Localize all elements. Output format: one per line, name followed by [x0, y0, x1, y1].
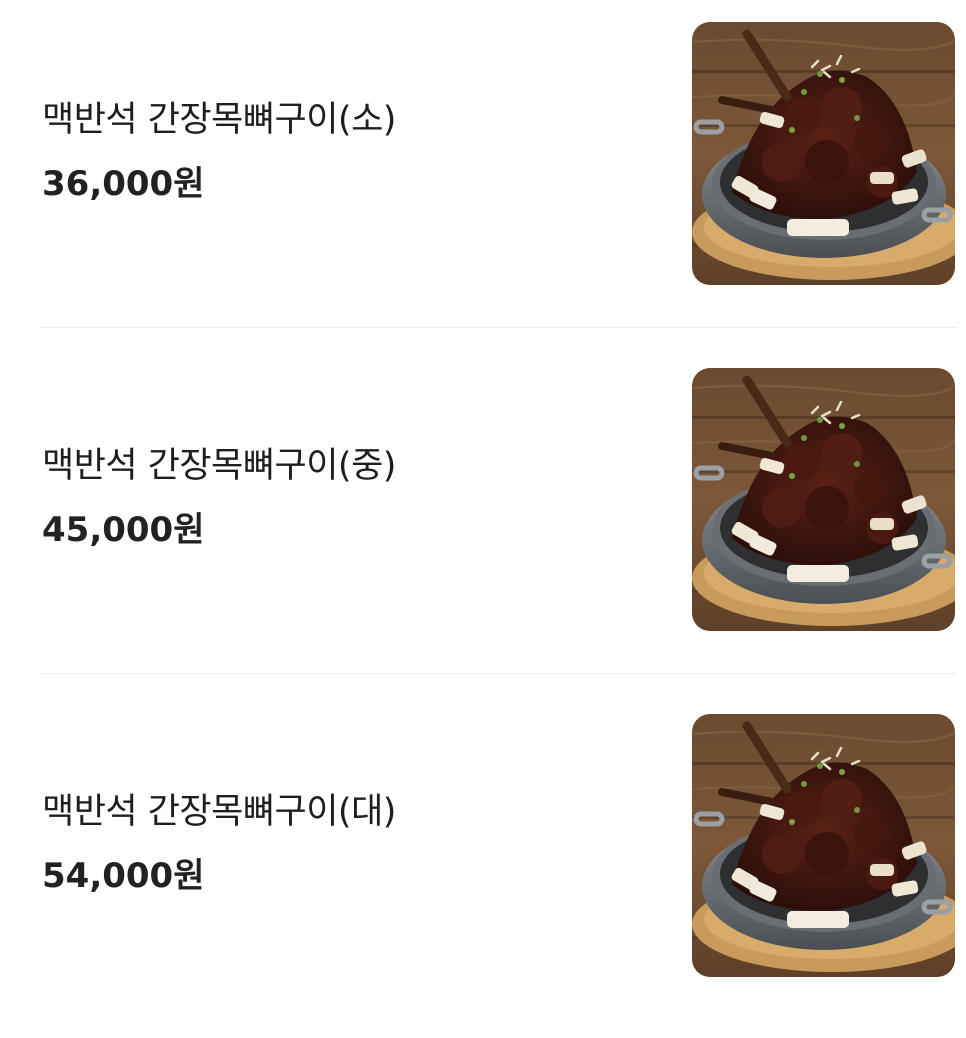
menu-item-name: 맥반석 간장목뼈구이(소) [42, 100, 396, 140]
food-photo-illustration [692, 22, 955, 285]
menu-item-info: 맥반석 간장목뼈구이(대) 54,000원 [42, 790, 396, 896]
menu-item-info: 맥반석 간장목뼈구이(중) 45,000원 [42, 444, 396, 550]
menu-item-name: 맥반석 간장목뼈구이(중) [42, 446, 396, 486]
divider [40, 673, 956, 674]
menu-item-info: 맥반석 간장목뼈구이(소) 36,000원 [42, 98, 396, 204]
menu-item-price: 45,000원 [42, 510, 205, 550]
menu-item-large[interactable]: 맥반석 간장목뼈구이(대) 54,000원 [0, 692, 966, 1038]
menu-item-name: 맥반석 간장목뼈구이(대) [42, 792, 396, 832]
menu-item-photo[interactable] [692, 368, 955, 631]
menu-item-photo[interactable] [692, 714, 955, 977]
food-photo-illustration [692, 714, 955, 977]
menu-list: 맥반석 간장목뼈구이(소) 36,000원 맥반석 간장목뼈구이(중) 45,0… [0, 0, 966, 1000]
food-photo-illustration [692, 368, 955, 631]
divider [40, 327, 956, 328]
menu-item-medium[interactable]: 맥반석 간장목뼈구이(중) 45,000원 [0, 346, 966, 692]
menu-item-photo[interactable] [692, 22, 955, 285]
menu-item-small[interactable]: 맥반석 간장목뼈구이(소) 36,000원 [0, 0, 966, 346]
menu-item-price: 54,000원 [42, 856, 205, 896]
menu-item-price: 36,000원 [42, 164, 205, 204]
